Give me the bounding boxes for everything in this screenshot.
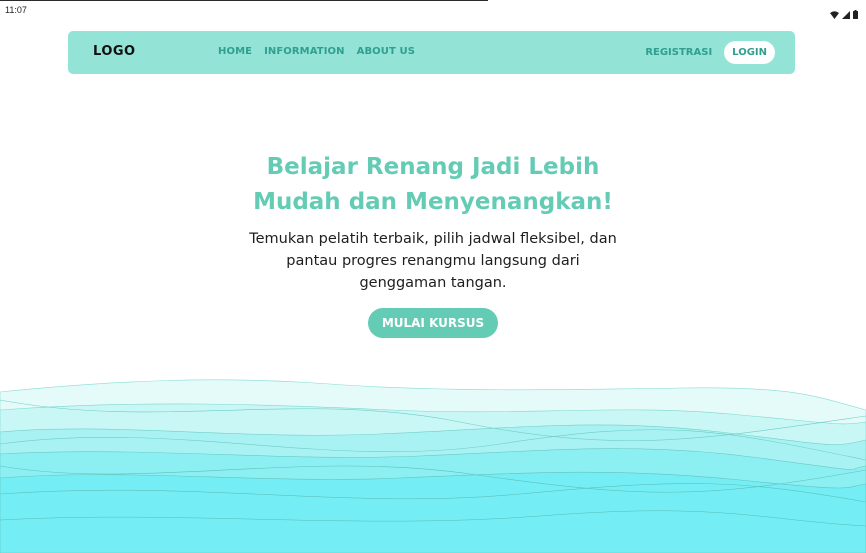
start-course-button[interactable]: MULAI KURSUS [367,308,499,338]
hero-section: Belajar Renang Jadi Lebih Mudah dan Meny… [0,150,866,338]
status-time: 11:07 [5,5,27,15]
nav-link-about-us[interactable]: ABOUT US [357,46,415,57]
status-icons [830,4,858,23]
signal-icon [842,4,850,23]
status-bar: 11:07 [0,0,866,20]
register-link[interactable]: REGISTRASI [645,47,712,58]
login-button[interactable]: LOGIN [724,41,775,64]
hero-title: Belajar Renang Jadi Lebih Mudah dan Meny… [253,154,613,215]
wave-illustration [0,379,866,553]
nav-links: HOME INFORMATION ABOUT US [218,46,415,57]
battery-icon [853,4,858,23]
wave-layer-5 [0,471,866,553]
navbar: LOGO HOME INFORMATION ABOUT US REGISTRAS… [68,31,795,74]
logo[interactable]: LOGO [93,44,136,59]
wifi-icon [830,4,839,23]
nav-auth: REGISTRASI LOGIN [645,41,775,64]
nav-link-information[interactable]: INFORMATION [264,46,345,57]
nav-link-home[interactable]: HOME [218,46,252,57]
hero-subtitle: Temukan pelatih terbaik, pilih jadwal fl… [249,231,617,291]
